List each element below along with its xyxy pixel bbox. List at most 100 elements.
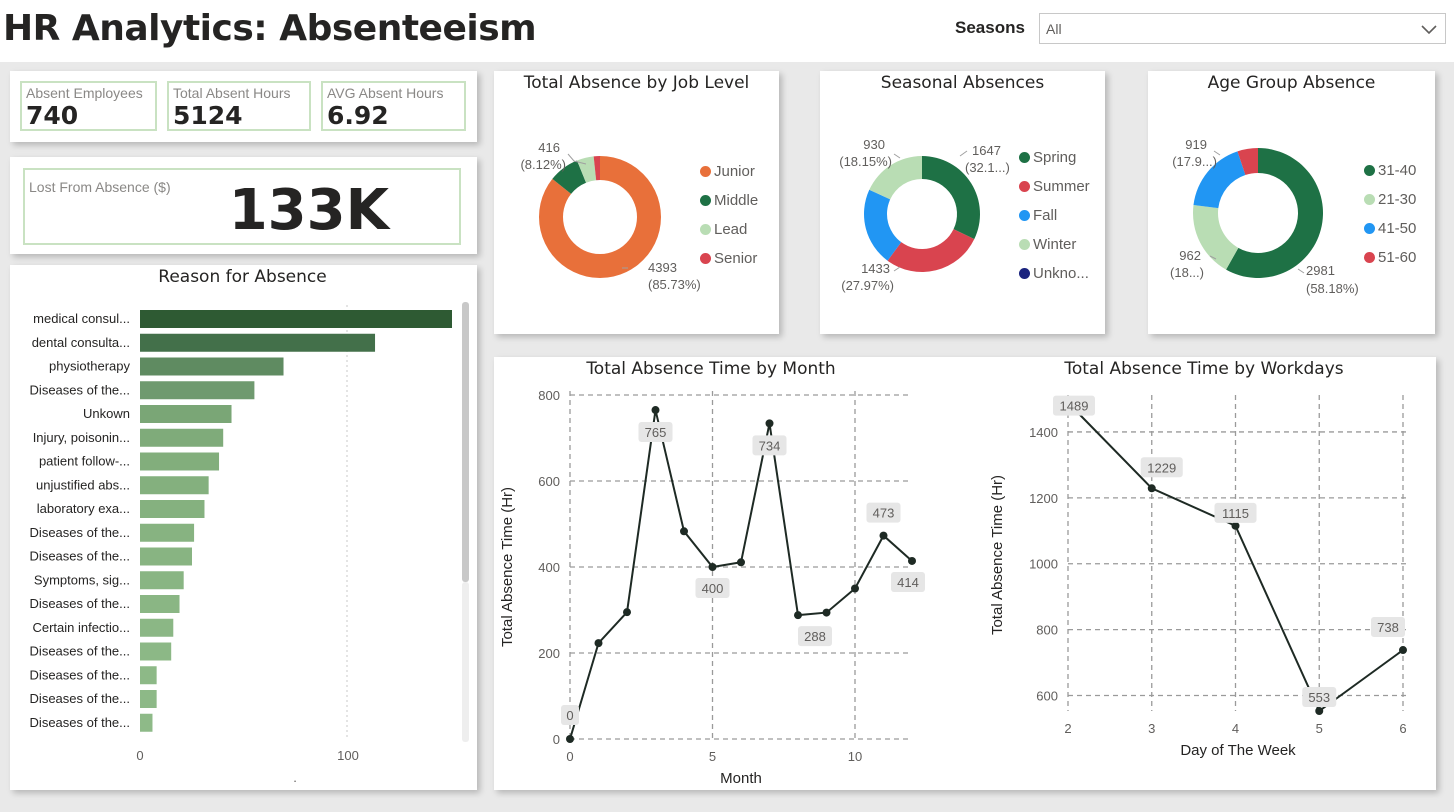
winter-pct-label: (18.15%) <box>839 154 892 169</box>
legend-item-middle[interactable]: Middle <box>700 192 758 209</box>
legend-item-winter[interactable]: Winter <box>1019 236 1076 253</box>
data-point[interactable] <box>1231 521 1240 530</box>
y-tick-label: 400 <box>538 560 560 575</box>
junior-pct-label: (85.73%) <box>648 277 701 292</box>
bar[interactable] <box>140 333 376 352</box>
kpi-value: 6.92 <box>327 101 389 130</box>
legend-dot <box>1019 268 1030 279</box>
series-line <box>1067 401 1404 713</box>
legend-item-unknown[interactable]: Unkno... <box>1019 265 1089 282</box>
data-point[interactable] <box>1147 484 1156 493</box>
scrollbar-thumb[interactable] <box>462 302 469 582</box>
legend-label: 51-60 <box>1378 249 1417 266</box>
legend-item-21-30[interactable]: 21-30 <box>1364 191 1416 208</box>
lost-label: Lost From Absence ($) <box>29 179 171 195</box>
legend-item-junior[interactable]: Junior <box>700 163 755 180</box>
legend-item-lead[interactable]: Lead <box>700 221 747 238</box>
legend-dot <box>700 253 711 264</box>
bar[interactable] <box>140 666 157 685</box>
bar[interactable] <box>140 547 192 566</box>
age-21-30-pct-label: (18...) <box>1170 265 1204 280</box>
legend-item-31-40[interactable]: 31-40 <box>1364 162 1416 179</box>
bar[interactable] <box>140 428 224 447</box>
y-tick-label: 1200 <box>1029 491 1058 506</box>
data-label: 0 <box>566 708 573 723</box>
legend-item-spring[interactable]: Spring <box>1019 149 1076 166</box>
bar[interactable] <box>140 713 153 732</box>
series-line <box>569 409 913 740</box>
data-point[interactable] <box>566 735 574 743</box>
bar[interactable] <box>140 618 174 637</box>
legend-item-fall[interactable]: Fall <box>1019 207 1057 224</box>
bar[interactable] <box>140 310 452 328</box>
data-point[interactable] <box>851 584 859 593</box>
seasons-dropdown[interactable]: All <box>1039 13 1446 44</box>
data-point[interactable] <box>765 419 774 428</box>
y-tick-label: 800 <box>1036 623 1058 638</box>
bar[interactable] <box>140 595 180 613</box>
summer-value-label: 1433 <box>861 261 890 276</box>
category-label: Diseases of the... <box>30 691 130 706</box>
data-point[interactable] <box>794 611 802 620</box>
data-point[interactable] <box>651 406 660 415</box>
data-point[interactable] <box>822 608 831 617</box>
reason-chart: medical consul... dental consulta... physi… <box>30 302 469 785</box>
bar[interactable] <box>140 381 255 400</box>
kpi-absent-employees[interactable]: Absent Employees 740 <box>20 81 157 131</box>
bar[interactable] <box>140 357 284 376</box>
data-point[interactable] <box>680 527 688 536</box>
age-21-30-value-label: 962 <box>1179 248 1201 263</box>
middle-value-label: 416 <box>538 140 560 155</box>
data-point[interactable] <box>879 531 888 540</box>
bar[interactable] <box>140 571 184 590</box>
legend-dot <box>1019 239 1030 250</box>
data-point[interactable] <box>594 639 603 648</box>
seasons-slicer-label: Seasons <box>955 18 1025 37</box>
data-point[interactable] <box>623 608 631 617</box>
x-tick-label: 2 <box>1064 721 1071 736</box>
legend-item-summer[interactable]: Summer <box>1019 178 1090 195</box>
kpi-avg-absent-hours[interactable]: AVG Absent Hours 6.92 <box>321 81 466 131</box>
chevron-down-icon <box>1421 25 1437 35</box>
data-point[interactable] <box>1315 707 1324 715</box>
bar[interactable] <box>140 476 209 495</box>
scrollbar-track[interactable] <box>462 582 469 742</box>
lost-from-absence-box[interactable]: Lost From Absence ($) 133K <box>23 168 461 245</box>
legend-item-41-50[interactable]: 41-50 <box>1364 220 1416 237</box>
kpi-total-absent-hours[interactable]: Total Absent Hours 5124 <box>167 81 311 131</box>
bar[interactable] <box>140 690 157 708</box>
bar[interactable] <box>140 523 195 542</box>
leader-line <box>893 153 901 159</box>
category-label: Symptoms, sig... <box>34 572 130 587</box>
category-label: Certain infectio... <box>32 620 130 635</box>
bar[interactable] <box>140 405 232 423</box>
legend-label: 21-30 <box>1378 191 1417 208</box>
reason-card: Reason for Absence medical consul... dent… <box>10 265 477 790</box>
x-tick-label: 6 <box>1399 721 1406 736</box>
legend-dot <box>1364 165 1375 176</box>
kpi-value: 5124 <box>173 101 243 130</box>
bar[interactable] <box>140 500 205 518</box>
kpi-label: Absent Employees <box>26 85 143 101</box>
donut-slice[interactable] <box>887 229 975 272</box>
legend-item-51-60[interactable]: 51-60 <box>1364 249 1416 266</box>
data-point[interactable] <box>737 558 745 567</box>
category-label: physiotherapy <box>49 359 130 374</box>
leader-line <box>1297 268 1305 274</box>
legend-label: Senior <box>714 250 758 267</box>
x-tick-label: 5 <box>1316 721 1323 736</box>
data-label: 734 <box>759 438 781 453</box>
seasons-dropdown-value: All <box>1046 21 1062 37</box>
line-charts: 0 200 400 600 800 0 5 10 Month Total Absence Time… <box>499 388 1408 787</box>
junior-value-label: 4393 <box>648 260 677 275</box>
data-point[interactable] <box>908 556 916 565</box>
y-tick-label: 200 <box>538 646 560 661</box>
legend-dot <box>1019 152 1030 163</box>
data-point[interactable] <box>708 563 717 571</box>
legend-item-senior[interactable]: Senior <box>700 250 757 267</box>
bar[interactable] <box>140 642 172 661</box>
data-point[interactable] <box>1399 646 1407 655</box>
data-label: 1489 <box>1060 399 1089 414</box>
data-label: 288 <box>804 629 826 644</box>
bar[interactable] <box>140 452 220 471</box>
